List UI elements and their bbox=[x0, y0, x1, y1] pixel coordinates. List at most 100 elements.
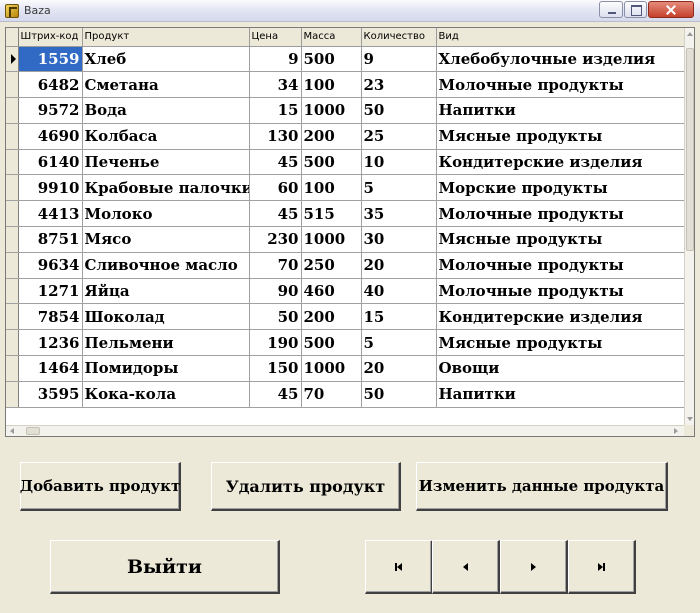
scroll-left-icon[interactable] bbox=[10, 428, 14, 434]
cell-product[interactable]: Сливочное масло bbox=[82, 252, 250, 279]
table-row[interactable]: 6482 Сметана 34 100 23 Молочные продукты bbox=[6, 71, 685, 99]
maximize-button[interactable] bbox=[624, 1, 647, 18]
cell-product[interactable]: Пельмени bbox=[82, 329, 250, 357]
minimize-button[interactable] bbox=[599, 1, 623, 18]
row-indicator[interactable] bbox=[6, 329, 19, 357]
table-row[interactable]: 9572 Вода 15 1000 50 Напитки bbox=[6, 97, 685, 124]
cell-barcode[interactable]: 1271 bbox=[18, 278, 83, 305]
cell-mass[interactable]: 1000 bbox=[301, 226, 362, 253]
cell-product[interactable]: Шоколад bbox=[82, 303, 250, 331]
cell-price[interactable]: 70 bbox=[249, 252, 302, 279]
table-row[interactable]: 1464 Помидоры 150 1000 20 Овощи bbox=[6, 355, 685, 382]
row-indicator[interactable] bbox=[6, 97, 19, 124]
cell-barcode[interactable]: 6140 bbox=[18, 149, 83, 176]
cell-price[interactable]: 45 bbox=[249, 381, 302, 408]
table-row[interactable]: 9634 Сливочное масло 70 250 20 Молочные проду… bbox=[6, 252, 685, 279]
cell-product[interactable]: Кока-кола bbox=[82, 381, 250, 408]
cell-barcode[interactable]: 9634 bbox=[18, 252, 83, 279]
vertical-scrollbar[interactable] bbox=[684, 28, 694, 425]
cell-price[interactable]: 34 bbox=[249, 71, 302, 99]
table-row[interactable]: 8751 Мясо 230 1000 30 Мясные продукты bbox=[6, 226, 685, 253]
cell-mass[interactable]: 500 bbox=[301, 149, 362, 176]
row-indicator[interactable] bbox=[6, 303, 19, 331]
cell-product[interactable]: Вода bbox=[82, 97, 250, 124]
cell-kind[interactable]: Кондитерские изделия bbox=[436, 149, 685, 176]
cell-barcode[interactable]: 9572 bbox=[18, 97, 83, 124]
horizontal-scroll-thumb[interactable] bbox=[26, 427, 40, 435]
row-indicator[interactable] bbox=[6, 71, 19, 99]
cell-quantity[interactable]: 9 bbox=[361, 46, 437, 73]
close-button[interactable] bbox=[648, 1, 694, 18]
scroll-right-icon[interactable] bbox=[674, 428, 678, 434]
scroll-up-icon[interactable] bbox=[687, 32, 693, 36]
column-header-quantity[interactable]: Количество bbox=[361, 28, 437, 47]
cell-price[interactable]: 130 bbox=[249, 123, 302, 150]
prior-record-button[interactable] bbox=[432, 540, 500, 594]
cell-mass[interactable]: 515 bbox=[301, 200, 362, 228]
first-record-button[interactable] bbox=[365, 540, 433, 594]
cell-kind[interactable]: Овощи bbox=[436, 355, 685, 382]
cell-price[interactable]: 90 bbox=[249, 278, 302, 305]
cell-quantity[interactable]: 23 bbox=[361, 71, 437, 99]
cell-barcode[interactable]: 4690 bbox=[18, 123, 83, 150]
cell-quantity[interactable]: 20 bbox=[361, 355, 437, 382]
cell-barcode[interactable]: 7854 bbox=[18, 303, 83, 331]
cell-barcode[interactable]: 3595 bbox=[18, 381, 83, 408]
cell-price[interactable]: 230 bbox=[249, 226, 302, 253]
cell-price[interactable]: 150 bbox=[249, 355, 302, 382]
scroll-down-icon[interactable] bbox=[687, 417, 693, 421]
cell-price[interactable]: 45 bbox=[249, 200, 302, 228]
delete-product-button[interactable]: Удалить продукт bbox=[211, 462, 401, 511]
cell-kind[interactable]: Молочные продукты bbox=[436, 252, 685, 279]
table-row[interactable]: 1236 Пельмени 190 500 5 Мясные продукты bbox=[6, 329, 685, 357]
cell-kind[interactable]: Мясные продукты bbox=[436, 226, 685, 253]
cell-kind[interactable]: Морские продукты bbox=[436, 174, 685, 202]
add-product-button[interactable]: Добавить продукт bbox=[20, 462, 181, 511]
column-header-barcode[interactable]: Штрих-код bbox=[18, 28, 83, 47]
cell-product[interactable]: Хлеб bbox=[82, 46, 250, 73]
cell-quantity[interactable]: 50 bbox=[361, 381, 437, 408]
cell-product[interactable]: Печенье bbox=[82, 149, 250, 176]
cell-barcode[interactable]: 6482 bbox=[18, 71, 83, 99]
table-row[interactable]: 3595 Кока-кола 45 70 50 Напитки bbox=[6, 381, 685, 408]
row-indicator[interactable] bbox=[6, 381, 19, 408]
cell-mass[interactable]: 70 bbox=[301, 381, 362, 408]
cell-barcode[interactable]: 1464 bbox=[18, 355, 83, 382]
horizontal-scrollbar[interactable] bbox=[6, 425, 684, 436]
cell-kind[interactable]: Мясные продукты bbox=[436, 123, 685, 150]
edit-product-button[interactable]: Изменить данные продукта bbox=[416, 462, 668, 511]
cell-barcode[interactable]: 1559 bbox=[18, 46, 83, 73]
cell-kind[interactable]: Мясные продукты bbox=[436, 329, 685, 357]
cell-product[interactable]: Яйца bbox=[82, 278, 250, 305]
row-indicator[interactable] bbox=[6, 278, 19, 305]
cell-quantity[interactable]: 5 bbox=[361, 329, 437, 357]
cell-mass[interactable]: 250 bbox=[301, 252, 362, 279]
table-row[interactable]: 4413 Молоко 45 515 35 Молочные продукты bbox=[6, 200, 685, 228]
row-indicator[interactable] bbox=[6, 252, 19, 279]
column-header-price[interactable]: Цена bbox=[249, 28, 302, 47]
title-bar[interactable]: Baza bbox=[0, 0, 700, 22]
cell-kind[interactable]: Молочные продукты bbox=[436, 278, 685, 305]
vertical-scroll-thumb[interactable] bbox=[686, 48, 694, 251]
row-indicator[interactable] bbox=[6, 226, 19, 253]
cell-price[interactable]: 190 bbox=[249, 329, 302, 357]
last-record-button[interactable] bbox=[568, 540, 636, 594]
cell-barcode[interactable]: 9910 bbox=[18, 174, 83, 202]
cell-mass[interactable]: 1000 bbox=[301, 355, 362, 382]
cell-quantity[interactable]: 35 bbox=[361, 200, 437, 228]
table-row[interactable]: 1559 Хлеб 9 500 9 Хлебобулочные изделия bbox=[6, 46, 685, 73]
cell-kind[interactable]: Напитки bbox=[436, 97, 685, 124]
column-header-kind[interactable]: Вид bbox=[436, 28, 685, 47]
cell-kind[interactable]: Напитки bbox=[436, 381, 685, 408]
products-grid[interactable]: Штрих-код Продукт Цена Масса Количество … bbox=[5, 27, 695, 437]
cell-mass[interactable]: 460 bbox=[301, 278, 362, 305]
cell-quantity[interactable]: 50 bbox=[361, 97, 437, 124]
cell-quantity[interactable]: 20 bbox=[361, 252, 437, 279]
row-indicator[interactable] bbox=[6, 46, 19, 73]
row-indicator[interactable] bbox=[6, 123, 19, 150]
cell-mass[interactable]: 1000 bbox=[301, 97, 362, 124]
row-indicator[interactable] bbox=[6, 355, 19, 382]
cell-mass[interactable]: 500 bbox=[301, 46, 362, 73]
cell-product[interactable]: Молоко bbox=[82, 200, 250, 228]
cell-quantity[interactable]: 25 bbox=[361, 123, 437, 150]
